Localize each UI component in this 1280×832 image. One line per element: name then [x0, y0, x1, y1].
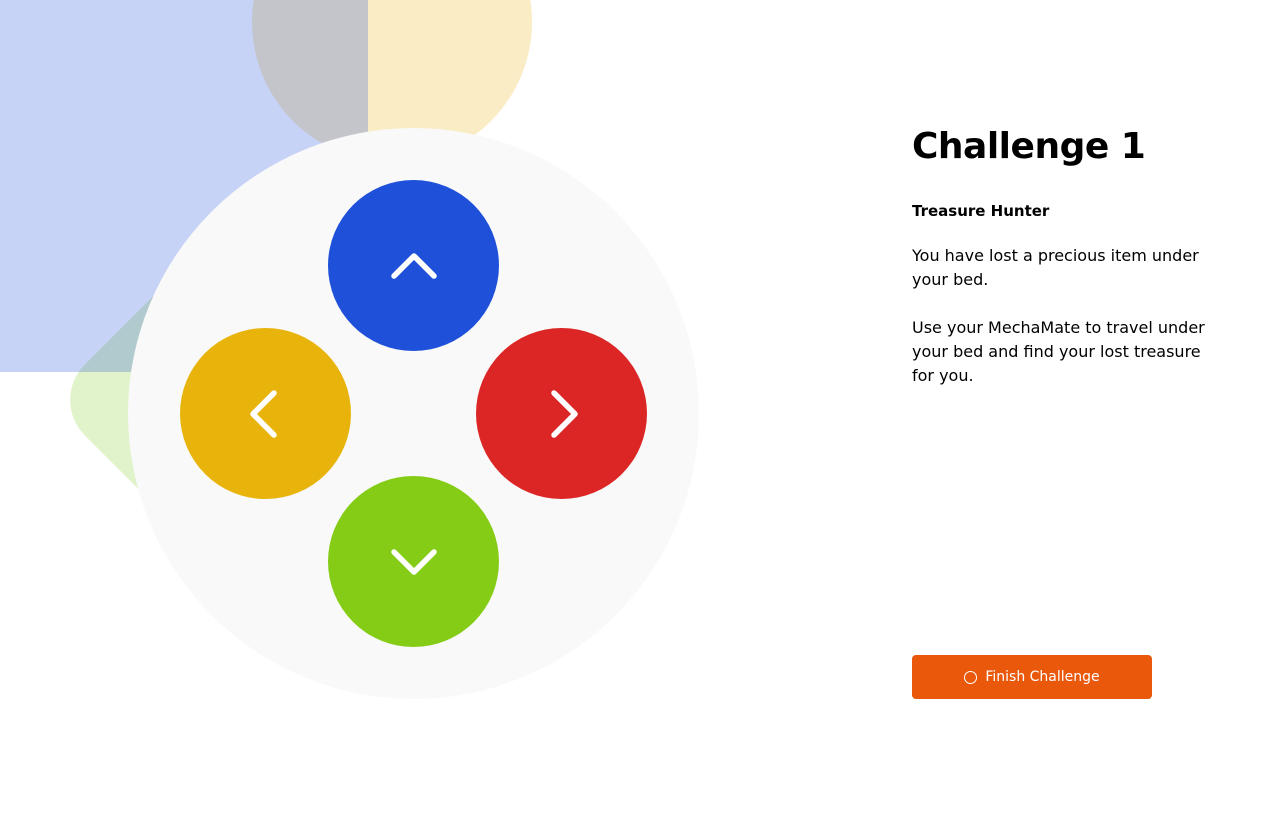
left-button[interactable]	[180, 328, 351, 499]
chevron-right-icon	[550, 389, 578, 438]
chevron-up-icon	[390, 252, 437, 279]
challenge-instructions: Use your MechaMate to travel under your …	[912, 318, 1205, 385]
circle-icon	[964, 670, 978, 684]
challenge-description: You have lost a precious item under your…	[912, 246, 1199, 289]
challenge-subtitle: Treasure Hunter	[912, 202, 1050, 220]
challenge-panel: Challenge 1 Treasure Hunter You have los…	[912, 120, 1222, 388]
chevron-left-icon	[249, 389, 277, 438]
up-button[interactable]	[328, 180, 499, 351]
chevron-down-icon	[390, 548, 437, 575]
finish-challenge-label: Finish Challenge	[985, 669, 1100, 685]
stage: Challenge 1 Treasure Hunter You have los…	[0, 0, 1280, 832]
finish-challenge-button[interactable]: Finish Challenge	[912, 655, 1152, 699]
right-button[interactable]	[476, 328, 647, 499]
down-button[interactable]	[328, 476, 499, 647]
challenge-title: Challenge 1	[912, 126, 1146, 167]
